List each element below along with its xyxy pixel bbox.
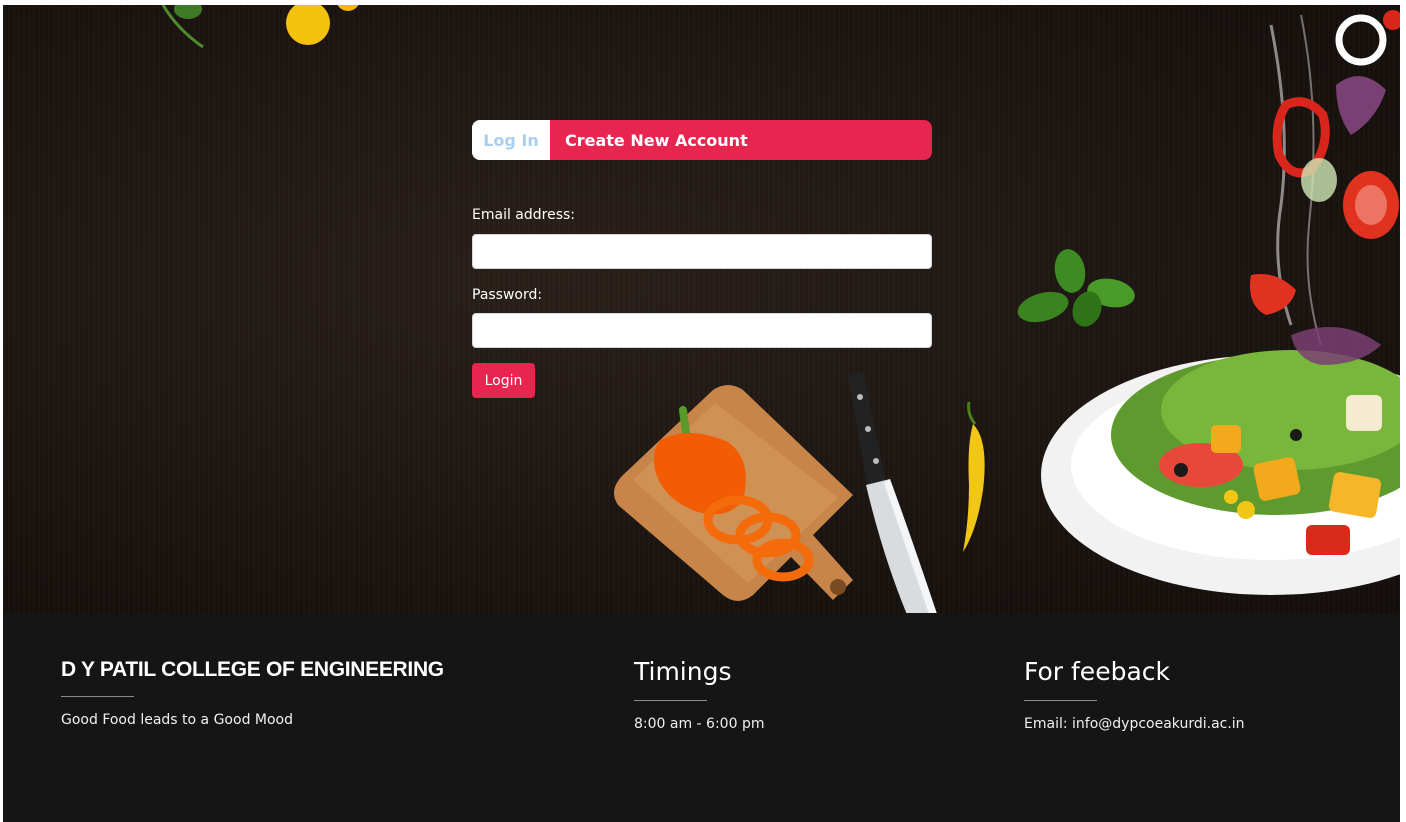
timings-hours: 8:00 am - 6:00 pm <box>634 716 765 732</box>
college-title: D Y PATIL COLLEGE OF ENGINEERING <box>61 658 444 681</box>
page-frame: Log In Create New Account Email address:… <box>3 5 1400 822</box>
divider <box>634 700 707 701</box>
email-field[interactable] <box>472 234 932 269</box>
divider <box>61 696 134 697</box>
footer-feedback: For feeback Email: info@dypcoeakurdi.ac.… <box>1024 657 1245 732</box>
footer: D Y PATIL COLLEGE OF ENGINEERING Good Fo… <box>3 613 1400 822</box>
tab-create-account[interactable]: Create New Account <box>550 120 932 160</box>
login-button[interactable]: Login <box>472 363 535 398</box>
tab-login[interactable]: Log In <box>472 120 550 160</box>
timings-title: Timings <box>634 657 732 686</box>
bell-pepper-icon <box>653 406 814 582</box>
chili-icon <box>963 401 985 552</box>
email-label: Email address: <box>472 207 576 223</box>
divider <box>1024 700 1097 701</box>
footer-college: D Y PATIL COLLEGE OF ENGINEERING Good Fo… <box>61 658 444 728</box>
auth-tabs: Log In Create New Account <box>472 120 932 160</box>
feedback-email[interactable]: Email: info@dypcoeakurdi.ac.in <box>1024 716 1245 732</box>
hero-section: Log In Create New Account Email address:… <box>3 5 1400 613</box>
footer-timings: Timings 8:00 am - 6:00 pm <box>634 657 764 732</box>
salad-plate-icon <box>1041 10 1400 595</box>
college-tagline: Good Food leads to a Good Mood <box>61 712 293 728</box>
top-vegetables-icon <box>161 5 359 49</box>
knife-icon <box>848 371 937 613</box>
feedback-title: For feeback <box>1024 657 1170 686</box>
password-label: Password: <box>472 287 543 303</box>
password-field[interactable] <box>472 313 932 348</box>
